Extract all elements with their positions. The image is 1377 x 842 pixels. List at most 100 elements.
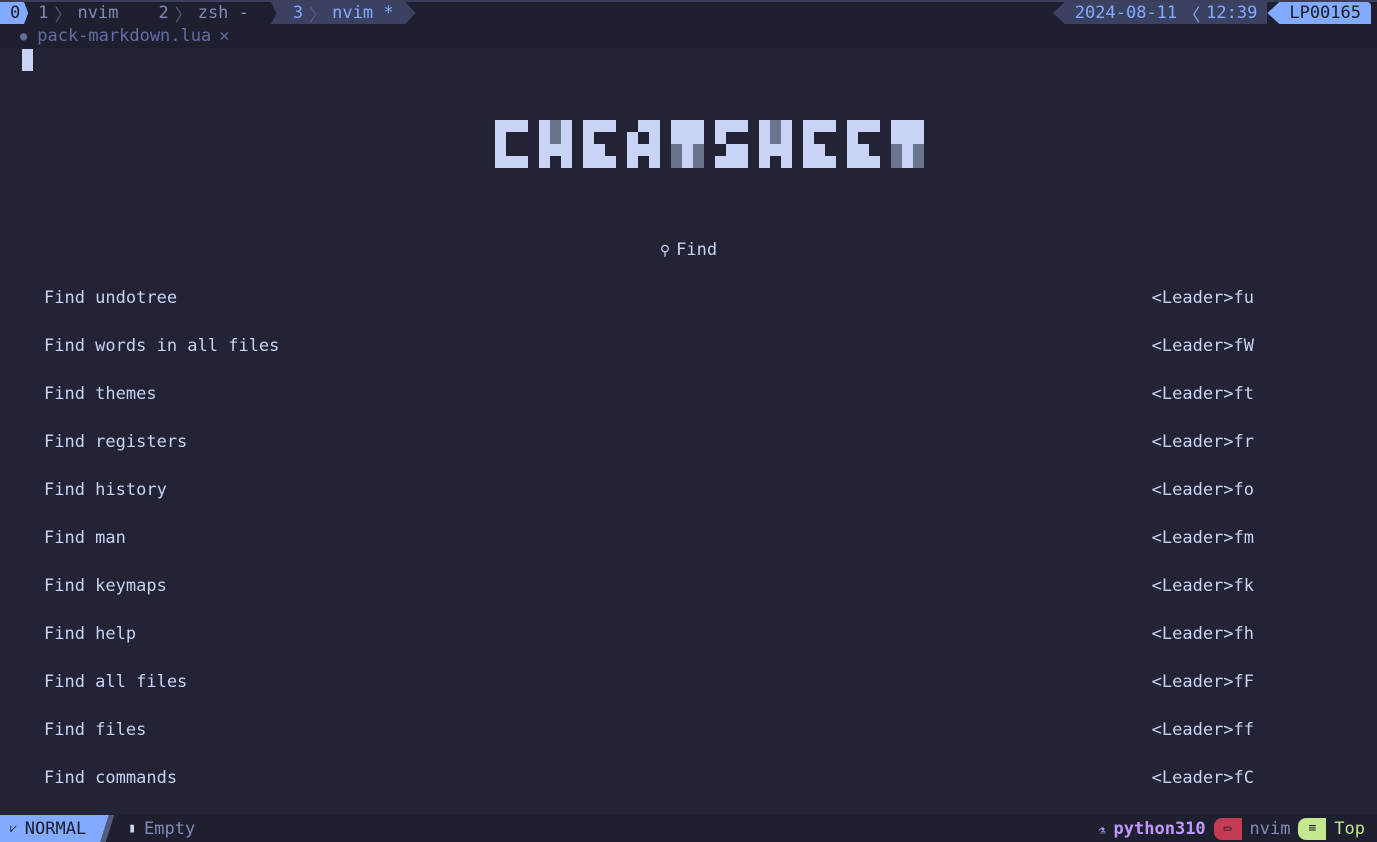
logo-pixel <box>682 132 693 144</box>
logo-pixel <box>583 120 594 132</box>
logo-pixel <box>495 132 506 144</box>
logo-pixel <box>671 120 682 132</box>
logo-pixel <box>715 156 726 168</box>
logo-pixel <box>858 120 869 132</box>
item-keymap: <Leader>fF <box>1151 672 1254 692</box>
cheatsheet-item[interactable]: Find keymaps <Leader>fk <box>44 576 1254 596</box>
logo-pixel <box>649 144 660 156</box>
item-label: Find all files <box>44 672 188 692</box>
logo-pixel <box>539 144 550 156</box>
item-label: Find files <box>44 720 147 740</box>
logo-pixel <box>913 156 924 168</box>
logo-pixel <box>770 144 781 156</box>
item-keymap: <Leader>fu <box>1151 288 1254 308</box>
logo-pixel <box>517 156 528 168</box>
logo-pixel <box>495 156 506 168</box>
logo-pixel <box>682 120 693 132</box>
logo-pixel <box>649 156 660 168</box>
vim-icon: ⩗ <box>10 821 17 835</box>
cheatsheet-item[interactable]: Find words in all files <Leader>fW <box>44 336 1254 356</box>
logo-pixel <box>902 132 913 144</box>
logo-pixel <box>594 156 605 168</box>
logo-pixel <box>869 120 880 132</box>
logo-pixel <box>869 156 880 168</box>
logo-pixel <box>814 120 825 132</box>
cwd-label: nvim <box>1249 818 1291 839</box>
logo-pixel <box>561 144 572 156</box>
cheatsheet-item[interactable]: Find themes <Leader>ft <box>44 384 1254 404</box>
logo-pixel <box>506 156 517 168</box>
logo-pixel <box>814 144 825 156</box>
logo-pixel <box>682 156 693 168</box>
logo-pixel <box>539 132 550 144</box>
logo-pixel <box>726 120 737 132</box>
logo-pixel <box>737 144 748 156</box>
item-keymap: <Leader>ff <box>1151 720 1254 740</box>
logo-pixel <box>891 144 902 156</box>
cheatsheet-item[interactable]: Find undotree <Leader>fu <box>44 288 1254 308</box>
cheatsheet-item[interactable]: Find files <Leader>ff <box>44 720 1254 740</box>
item-label: Find registers <box>44 432 188 452</box>
logo-pixel <box>627 144 638 156</box>
item-keymap: <Leader>ft <box>1151 384 1254 404</box>
logo-pixel <box>693 120 704 132</box>
logo-pixel <box>594 144 605 156</box>
cheatsheet-item[interactable]: Find all files <Leader>fF <box>44 672 1254 692</box>
logo-pixel <box>671 144 682 156</box>
logo-pixel <box>638 144 649 156</box>
logo-pixel <box>693 144 704 156</box>
lines-icon: ≡ <box>1298 817 1327 840</box>
item-label: Find history <box>44 480 167 500</box>
python-env-label: python310 <box>1113 818 1206 839</box>
logo-pixel <box>759 144 770 156</box>
logo-pixel <box>858 156 869 168</box>
logo-pixel <box>825 120 836 132</box>
logo-pixel <box>715 120 726 132</box>
cheatsheet-item[interactable]: Find registers <Leader>fr <box>44 432 1254 452</box>
logo-pixel <box>902 120 913 132</box>
logo-pixel <box>550 120 561 132</box>
item-label: Find man <box>44 528 126 548</box>
logo-pixel <box>517 120 528 132</box>
logo-pixel <box>913 132 924 144</box>
logo-pixel <box>495 144 506 156</box>
logo-pixel <box>803 144 814 156</box>
logo-pixel <box>561 156 572 168</box>
logo-pixel <box>550 132 561 144</box>
logo-pixel <box>814 156 825 168</box>
logo-pixel <box>759 156 770 168</box>
item-keymap: <Leader>fW <box>1151 336 1254 356</box>
logo-pixel <box>847 132 858 144</box>
cheatsheet-item[interactable]: Find commands <Leader>fC <box>44 768 1254 788</box>
logo-pixel <box>715 132 726 144</box>
logo-pixel <box>583 132 594 144</box>
statusline: ⩗ NORMAL ▮ Empty ⚗ python310 ▭ nvim ≡ Top <box>0 815 1377 842</box>
item-label: Find themes <box>44 384 157 404</box>
logo-pixel <box>726 156 737 168</box>
item-keymap: <Leader>fo <box>1151 480 1254 500</box>
cheatsheet-logo <box>495 120 924 168</box>
logo-pixel <box>847 156 858 168</box>
logo-pixel <box>902 156 913 168</box>
logo-pixel <box>891 156 902 168</box>
folder-icon: ▭ <box>1213 817 1242 840</box>
logo-pixel <box>759 120 770 132</box>
cheatsheet-item[interactable]: Find man <Leader>fm <box>44 528 1254 548</box>
file-name: Empty <box>144 818 196 839</box>
logo-pixel <box>781 120 792 132</box>
cheatsheet-item[interactable]: Find history <Leader>fo <box>44 480 1254 500</box>
logo-pixel <box>891 132 902 144</box>
item-label: Find commands <box>44 768 178 788</box>
python-icon: ⚗ <box>1098 822 1106 837</box>
logo-pixel <box>759 132 770 144</box>
cheatsheet-item[interactable]: Find help <Leader>fh <box>44 624 1254 644</box>
logo-pixel <box>550 144 561 156</box>
logo-pixel <box>737 120 748 132</box>
logo-pixel <box>891 120 902 132</box>
logo-pixel <box>627 156 638 168</box>
logo-pixel <box>693 156 704 168</box>
logo-pixel <box>803 156 814 168</box>
mode-label: NORMAL <box>24 818 87 839</box>
item-label: Find words in all files <box>44 336 280 356</box>
logo-pixel <box>605 156 616 168</box>
